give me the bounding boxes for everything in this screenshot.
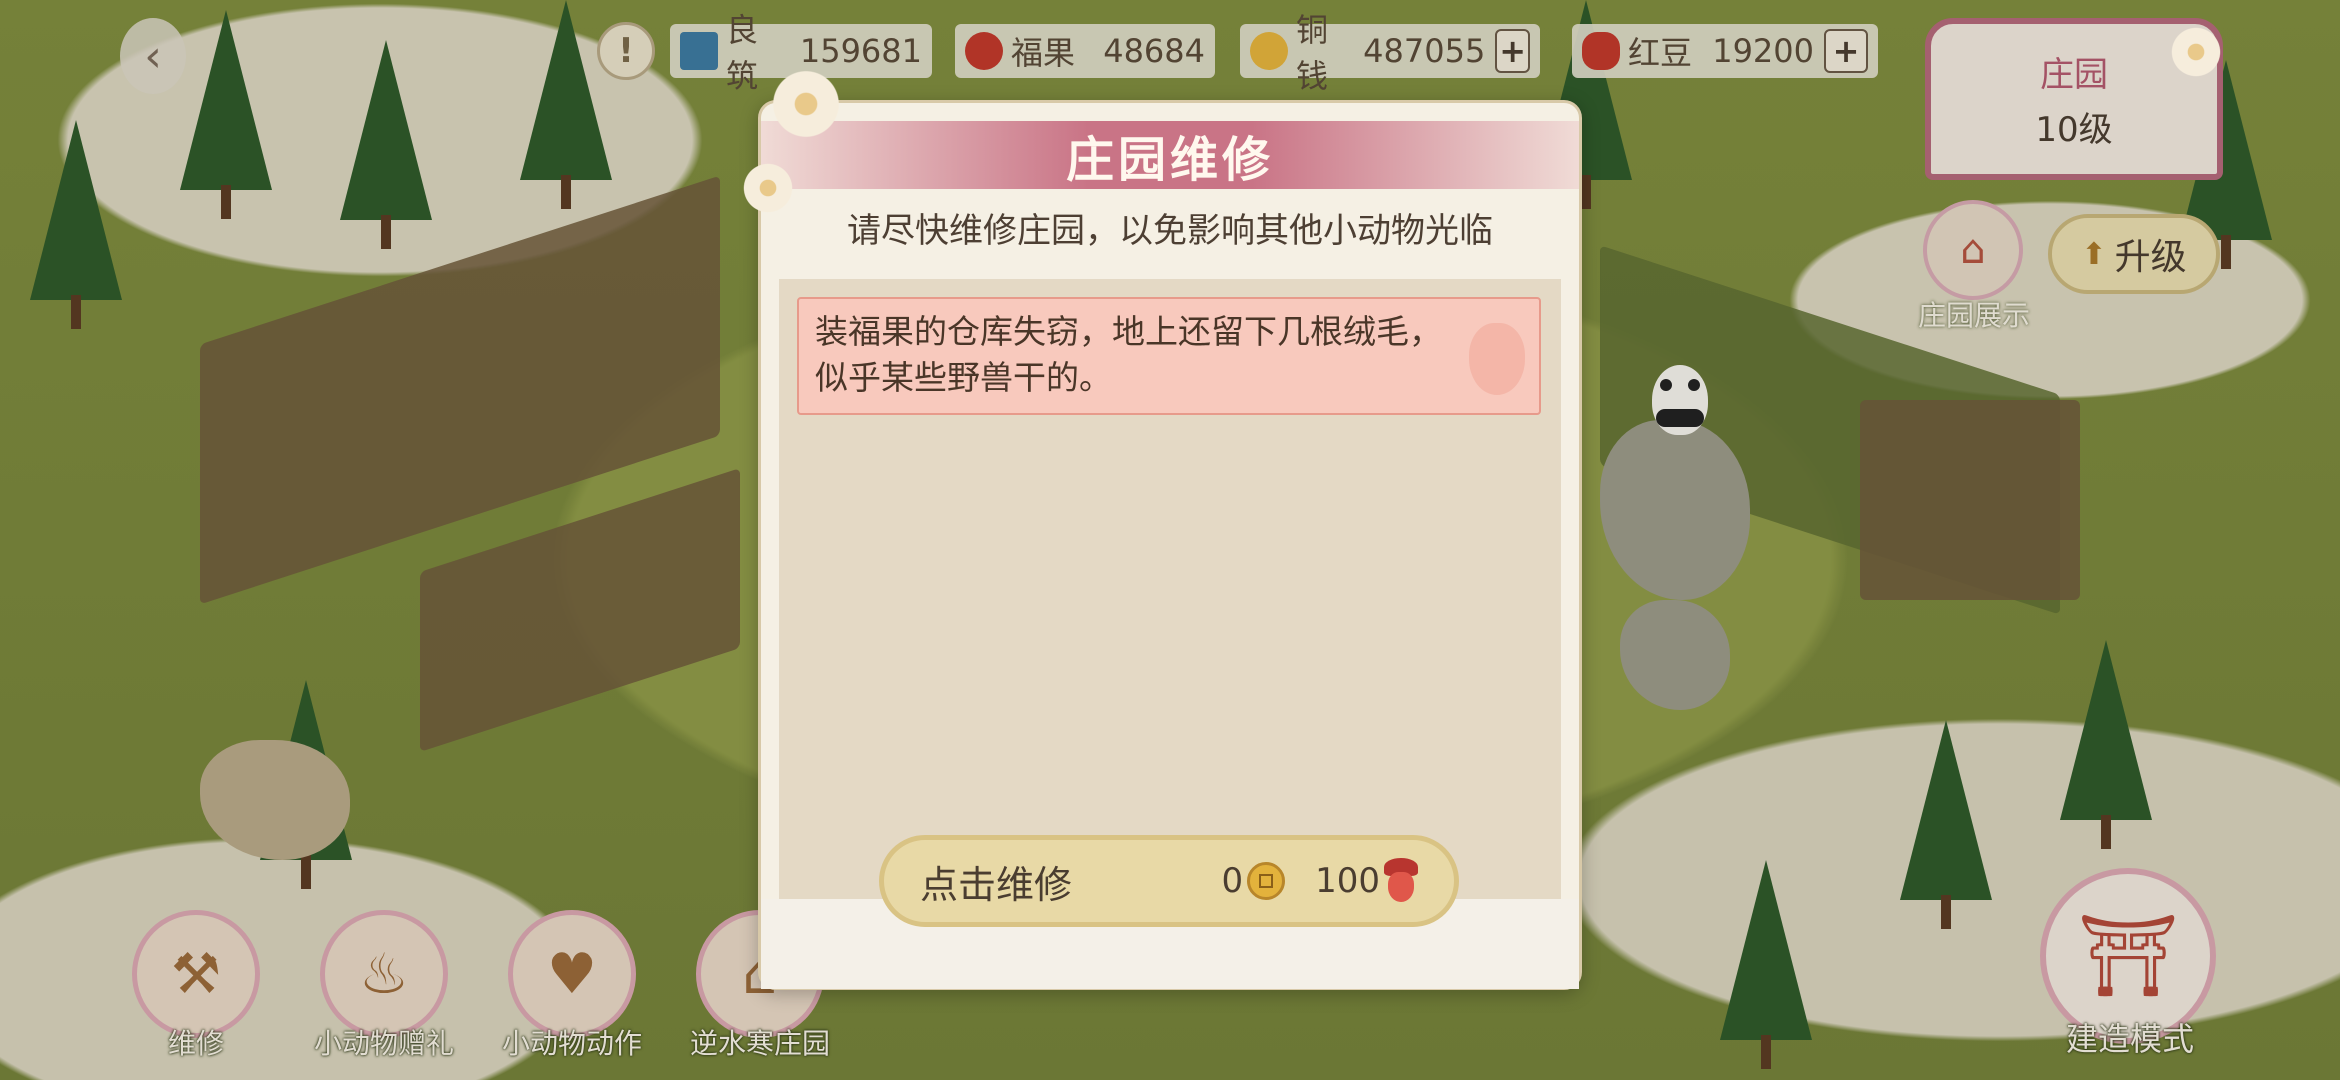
plum-blossom-icon	[768, 66, 844, 142]
event-text-line: 装福果的仓库失窃，地上还留下几根绒毛，	[815, 312, 1442, 351]
coin-cost-value: 0	[1221, 861, 1244, 901]
dialog-title: 庄园维修	[1065, 132, 1274, 188]
repair-label: 点击维修	[920, 862, 1073, 907]
dialog-title-bar: 庄园维修	[761, 121, 1579, 189]
acorn-icon	[1384, 858, 1418, 904]
acorn-cost: 100	[1315, 858, 1418, 904]
coin-cost: 0	[1221, 861, 1286, 901]
click-repair-button[interactable]: 点击维修 0 100	[879, 835, 1459, 927]
plum-blossom-icon	[2168, 24, 2224, 80]
dialog-subtitle: 请尽快维修庄园，以免影响其他小动物光临	[847, 211, 1493, 251]
coin-icon	[1247, 862, 1286, 900]
event-card: 装福果的仓库失窃，地上还留下几根绒毛， 似乎某些野兽干的。	[797, 297, 1541, 415]
acorn-cost-value: 100	[1315, 861, 1380, 901]
manor-repair-dialog: 庄园维修 请尽快维修庄园，以免影响其他小动物光临 装福果的仓库失窃，地上还留下几…	[758, 100, 1582, 990]
event-text-line: 似乎某些野兽干的。	[815, 358, 1112, 397]
plum-blossom-icon	[740, 160, 796, 216]
dialog-content: 装福果的仓库失窃，地上还留下几根绒毛， 似乎某些野兽干的。	[779, 279, 1561, 899]
